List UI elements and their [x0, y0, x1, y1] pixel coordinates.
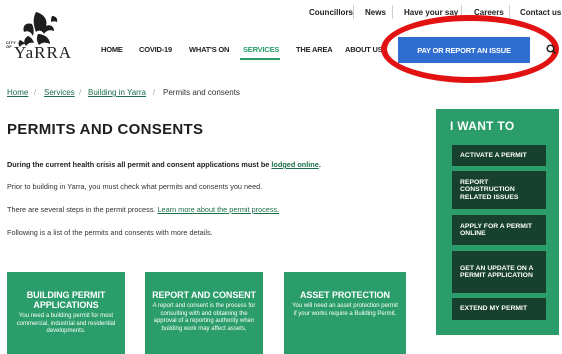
breadcrumb-separator: /	[34, 88, 37, 97]
breadcrumb-home[interactable]: Home	[7, 88, 28, 97]
utility-link-news[interactable]: News	[365, 8, 386, 17]
permits-list-paragraph: Following is a list of the permits and c…	[7, 228, 213, 237]
divider	[509, 5, 510, 19]
breadcrumb-separator: /	[153, 88, 156, 97]
report-construction-issues-button[interactable]: REPORT CONSTRUCTION RELATED ISSUES	[452, 171, 546, 209]
card-text: You will need an asset protection permit…	[292, 303, 398, 317]
covid-notice: During the current health crisis all per…	[7, 160, 321, 169]
divider	[392, 5, 393, 19]
nav-the-area[interactable]: THE AREA	[296, 45, 333, 54]
breadcrumb-separator: /	[79, 88, 82, 97]
permit-process-link[interactable]: Learn more about the permit process.	[157, 205, 279, 214]
nav-covid-19[interactable]: COVID-19	[139, 45, 172, 54]
panel-title: I WANT TO	[450, 119, 515, 133]
breadcrumb-building-in-yarra[interactable]: Building in Yarra	[88, 88, 146, 97]
permit-steps-paragraph: There are several steps in the permit pr…	[7, 205, 279, 214]
lodged-online-link[interactable]: lodged online	[271, 160, 318, 169]
nav-services[interactable]: SERVICES	[243, 45, 279, 54]
utility-link-contact-us[interactable]: Contact us	[520, 8, 561, 17]
permit-steps-text: There are several steps in the permit pr…	[7, 205, 158, 214]
i-want-to-panel: I WANT TO ACTIVATE A PERMIT REPORT CONST…	[436, 109, 559, 335]
page-title: PERMITS AND CONSENTS	[7, 121, 204, 138]
search-icon[interactable]	[546, 44, 556, 54]
card-text: You need a building permit for most comm…	[16, 313, 116, 334]
breadcrumb-services[interactable]: Services	[44, 88, 75, 97]
nav-whats-on[interactable]: WHAT'S ON	[189, 45, 229, 54]
breadcrumb-current: Permits and consents	[163, 88, 240, 97]
activate-permit-button[interactable]: ACTIVATE A PERMIT	[452, 145, 546, 166]
utility-link-councillors[interactable]: Councillors	[309, 8, 353, 17]
covid-notice-text: During the current health crisis all per…	[7, 160, 272, 169]
logo-wordmark: YaRRA	[14, 43, 73, 62]
building-permit-card[interactable]: BUILDING PERMIT APPLICATIONS You need a …	[7, 272, 125, 354]
nav-home[interactable]: HOME	[101, 45, 123, 54]
nav-about-us[interactable]: ABOUT US	[345, 45, 383, 54]
covid-notice-end: .	[318, 160, 321, 169]
intro-paragraph: Prior to building in Yarra, you must che…	[7, 182, 263, 191]
highlight-ring	[381, 15, 559, 83]
divider	[353, 5, 354, 19]
extend-permit-button[interactable]: EXTEND MY PERMIT	[452, 298, 546, 320]
card-title: BUILDING PERMIT APPLICATIONS	[26, 290, 106, 310]
report-and-consent-card[interactable]: REPORT AND CONSENT A report and consent …	[145, 272, 263, 354]
get-permit-update-button[interactable]: GET AN UPDATE ON A PERMIT APPLICATION	[452, 251, 546, 293]
asset-protection-card[interactable]: ASSET PROTECTION You will need an asset …	[284, 272, 406, 354]
card-text: A report and consent is the process for …	[152, 303, 256, 332]
apply-permit-online-button[interactable]: APPLY FOR A PERMIT ONLINE	[452, 215, 546, 245]
card-title: ASSET PROTECTION	[300, 290, 390, 300]
card-title: REPORT AND CONSENT	[152, 290, 256, 300]
nav-active-indicator	[240, 58, 280, 60]
